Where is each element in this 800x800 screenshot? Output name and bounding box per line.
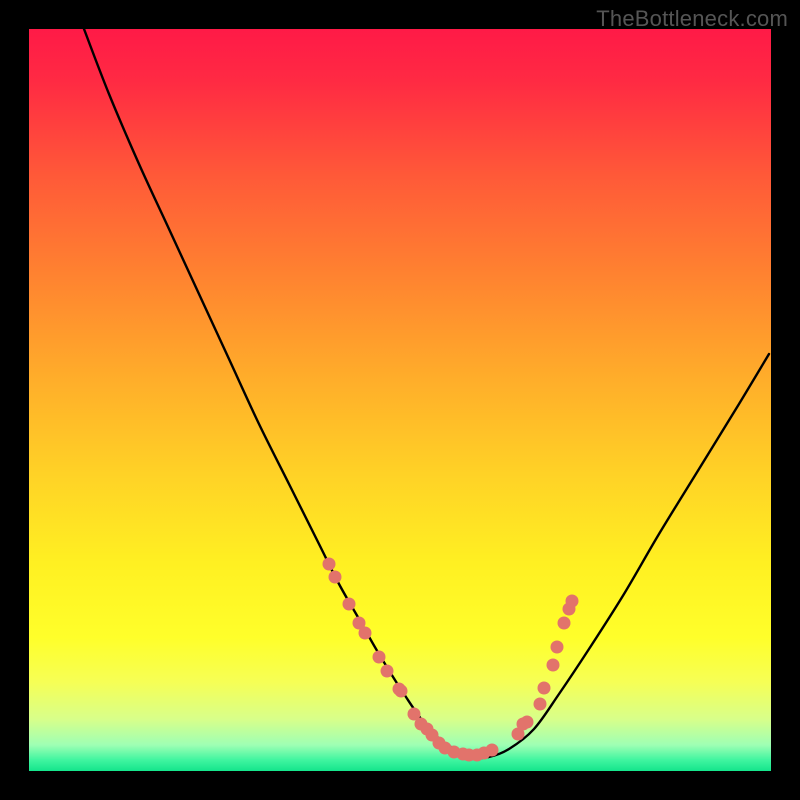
marker-dot <box>551 641 564 654</box>
watermark-text: TheBottleneck.com <box>596 6 788 32</box>
marker-dot <box>486 744 499 757</box>
curve-layer <box>29 29 771 771</box>
marker-dot <box>538 682 551 695</box>
marker-dot <box>558 617 571 630</box>
marker-dot <box>395 685 408 698</box>
plot-area <box>29 29 771 771</box>
marker-dot <box>381 665 394 678</box>
marker-dot <box>323 558 336 571</box>
marker-dot <box>534 698 547 711</box>
marker-dot <box>547 659 560 672</box>
marker-dot <box>373 651 386 664</box>
marker-dot <box>521 716 534 729</box>
marker-dot <box>566 595 579 608</box>
marker-dot <box>329 571 342 584</box>
marker-dot <box>343 598 356 611</box>
marker-group <box>323 558 579 762</box>
marker-dot <box>359 627 372 640</box>
bottleneck-curve <box>84 29 769 758</box>
